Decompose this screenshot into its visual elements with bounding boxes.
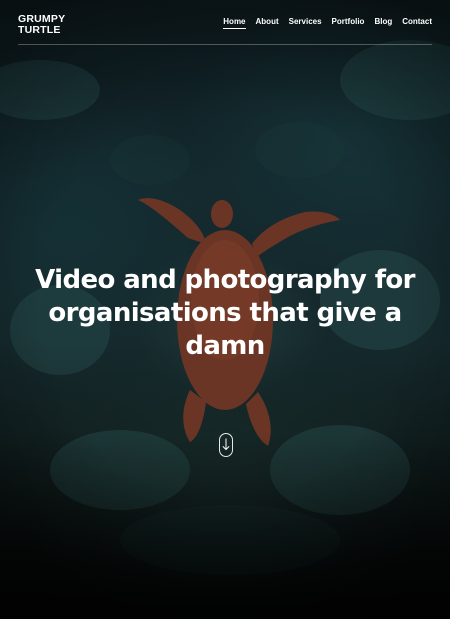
nav-about[interactable]: About	[256, 17, 279, 29]
arrow-down-icon	[222, 438, 230, 451]
nav-contact[interactable]: Contact	[402, 17, 432, 29]
hero-headline-line-2: organisations that give a	[48, 298, 402, 328]
main-nav: Home About Services Portfolio Blog Conta…	[223, 17, 432, 29]
nav-portfolio[interactable]: Portfolio	[332, 17, 365, 29]
grumpy-turtle-logo[interactable]: GRUMPY TURTLE	[18, 14, 65, 36]
nav-blog[interactable]: Blog	[374, 17, 392, 29]
hero-headline-line-3: damn	[185, 331, 265, 361]
site-header: GRUMPY TURTLE Home About Services Portfo…	[18, 12, 432, 45]
hero-headline: Video and photography for organisations …	[30, 264, 420, 363]
hero-headline-line-1: Video and photography for	[35, 265, 415, 295]
logo-line-2: TURTLE	[18, 24, 61, 36]
nav-services[interactable]: Services	[289, 17, 322, 29]
nav-home[interactable]: Home	[223, 17, 246, 29]
scroll-down-button[interactable]	[219, 433, 233, 457]
